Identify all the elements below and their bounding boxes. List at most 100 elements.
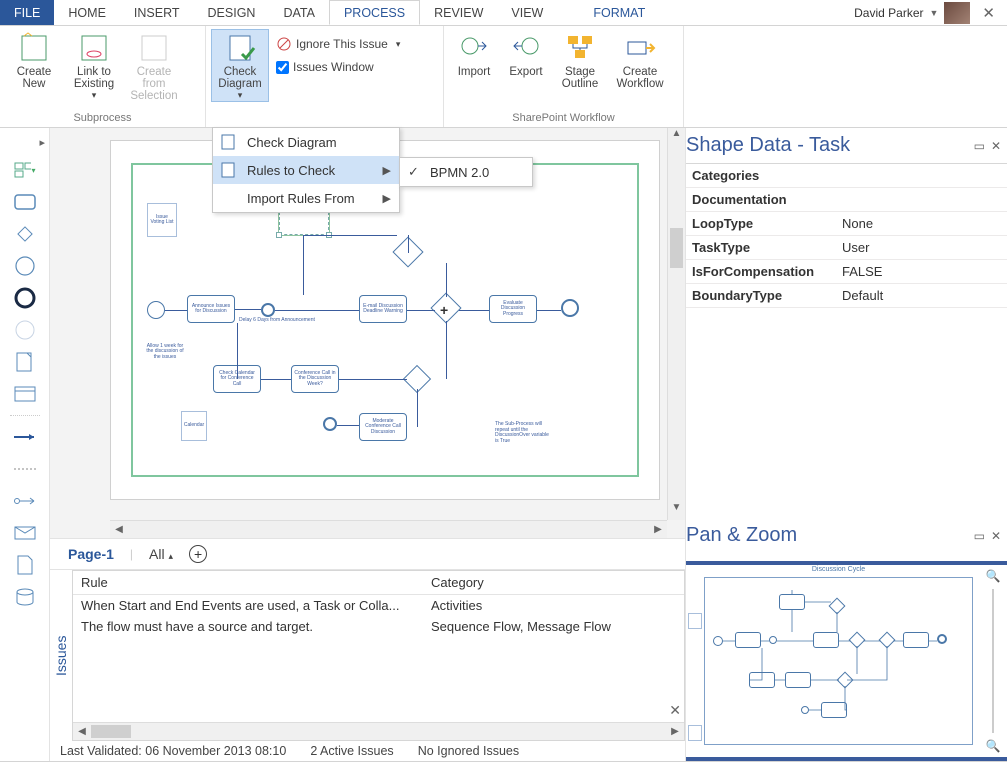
pan-zoom-slider[interactable]: 🔍 🔍	[983, 569, 1003, 753]
table-row[interactable]: IsForCompensationFALSE	[686, 260, 1007, 284]
issues-window-checkbox[interactable]: Issues Window	[272, 58, 404, 76]
end-event[interactable]	[561, 299, 579, 317]
shape-rectangle-icon[interactable]	[14, 191, 36, 213]
pz-page-icon	[688, 725, 702, 741]
intermediate-timer-2[interactable]	[323, 417, 337, 431]
menu-rules-to-check[interactable]: Rules to Check ▶	[213, 156, 399, 184]
status-bar	[0, 761, 1007, 779]
scroll-down-icon[interactable]: ▼	[668, 502, 685, 520]
issue-row[interactable]: When Start and End Events are used, a Ta…	[73, 595, 684, 616]
table-row[interactable]: Documentation	[686, 188, 1007, 212]
submenu-bpmn20[interactable]: BPMN 2.0	[400, 158, 532, 186]
tab-process[interactable]: PROCESS	[329, 0, 420, 25]
table-row[interactable]: LoopTypeNone	[686, 212, 1007, 236]
panel-close-icon[interactable]: ✕	[991, 139, 1001, 153]
check-diagram-button[interactable]: Check Diagram▾	[212, 30, 268, 101]
issues-hscroll[interactable]: ◀ ▶	[73, 722, 684, 740]
canvas-vscroll[interactable]: ▲ ▼	[667, 128, 685, 520]
issues-close-icon[interactable]: ✕	[669, 702, 681, 719]
issues-window-check[interactable]	[276, 61, 289, 74]
table-row[interactable]: TaskTypeUser	[686, 236, 1007, 260]
task-email[interactable]: E-mail Discussion Deadline Warning	[359, 295, 407, 323]
collapse-shapes-icon[interactable]: ▸	[39, 136, 45, 149]
export-icon	[510, 32, 542, 64]
tab-home[interactable]: HOME	[54, 0, 120, 25]
intermediate-timer-1[interactable]	[261, 303, 275, 317]
tab-design[interactable]: DESIGN	[194, 0, 270, 25]
user-dropdown-icon[interactable]: ▼	[930, 8, 939, 18]
user-area: David Parker ▼ ✕	[848, 0, 1007, 25]
issue-row[interactable]: The flow must have a source and target. …	[73, 616, 684, 637]
status-active-issues: 2 Active Issues	[310, 744, 393, 758]
vscroll-thumb[interactable]	[670, 228, 683, 268]
scroll-left-icon[interactable]: ◀	[110, 521, 128, 538]
stage-outline-button[interactable]: Stage Outline	[554, 30, 606, 90]
connector-dotted-icon[interactable]	[14, 458, 36, 480]
page-tab-1[interactable]: Page-1	[68, 546, 114, 562]
import-button[interactable]: Import	[450, 30, 498, 78]
pan-zoom-title: Pan & Zoom	[686, 524, 797, 547]
tab-file[interactable]: FILE	[0, 0, 54, 25]
canvas-hscroll[interactable]: ◀ ▶	[110, 520, 667, 538]
shape-envelope-icon[interactable]	[14, 522, 36, 544]
task-confcall[interactable]: Conference Call in the Discussion Week?	[291, 365, 339, 393]
issues-hscroll-thumb[interactable]	[91, 725, 131, 738]
shape-circle-thin-icon[interactable]	[14, 255, 36, 277]
tab-view[interactable]: VIEW	[497, 0, 557, 25]
tab-data[interactable]: DATA	[269, 0, 328, 25]
ignore-this-issue-button[interactable]: Ignore This Issue ▾	[272, 34, 404, 54]
table-row[interactable]: Categories	[686, 164, 1007, 188]
table-row[interactable]: BoundaryTypeDefault	[686, 284, 1007, 308]
shape-circle-bold-icon[interactable]	[14, 287, 36, 309]
tab-insert[interactable]: INSERT	[120, 0, 194, 25]
tab-review[interactable]: REVIEW	[420, 0, 497, 25]
shape-document-icon[interactable]	[14, 554, 36, 576]
connector-arrow-icon[interactable]	[14, 426, 36, 448]
avatar[interactable]	[944, 2, 970, 24]
export-button[interactable]: Export	[502, 30, 550, 78]
pz-page-icon	[688, 613, 702, 629]
shape-circle-light-icon[interactable]	[14, 319, 36, 341]
create-new-button[interactable]: Create New	[6, 30, 62, 90]
user-name[interactable]: David Parker	[854, 6, 923, 20]
task-delay-label: Delay 6 Days from Announcement	[239, 317, 315, 323]
create-workflow-button[interactable]: Create Workflow	[610, 30, 670, 90]
tab-format[interactable]: FORMAT	[579, 0, 659, 25]
pan-zoom-thumbnail[interactable]: Discussion Cycle	[704, 577, 973, 745]
issues-header-category[interactable]: Category	[423, 571, 684, 594]
diagram-note-voting[interactable]: Issue Voting List	[147, 203, 177, 237]
panel-restore-icon[interactable]: ▭	[974, 139, 985, 153]
pan-zoom-canvas[interactable]: Discussion Cycle	[686, 561, 1007, 761]
shape-subprocess-icon[interactable]	[14, 383, 36, 405]
scroll-up-icon[interactable]: ▲	[668, 128, 685, 146]
connector-open-arrow-icon[interactable]	[14, 490, 36, 512]
submenu-arrow-icon: ▶	[383, 192, 391, 205]
add-page-button[interactable]: +	[189, 545, 207, 563]
menu-import-rules-from[interactable]: Import Rules From ▶	[213, 184, 399, 212]
issues-panel-tab[interactable]: Issues	[50, 570, 72, 741]
link-existing-icon	[78, 32, 110, 64]
task-announce[interactable]: Announce Issues for Discussion	[187, 295, 235, 323]
zoom-out-icon[interactable]: 🔍	[986, 739, 1001, 753]
scroll-right-icon[interactable]: ▶	[649, 521, 667, 538]
scroll-right-icon[interactable]: ▶	[666, 723, 684, 740]
link-existing-button[interactable]: Link to Existing▾	[66, 30, 122, 101]
shape-data-icon[interactable]	[14, 351, 36, 373]
scroll-left-icon[interactable]: ◀	[73, 723, 91, 740]
start-event[interactable]	[147, 301, 165, 319]
shape-data-title: Shape Data - Task	[686, 134, 850, 157]
panel-restore-icon[interactable]: ▭	[974, 529, 985, 543]
status-last-validated: Last Validated: 06 November 2013 08:10	[60, 744, 286, 758]
zoom-in-icon[interactable]: 🔍	[986, 569, 1001, 583]
shape-stencil-icon[interactable]: ▾	[14, 159, 36, 181]
panel-close-icon[interactable]: ✕	[991, 529, 1001, 543]
diagram-note-calendar[interactable]: Calendar	[181, 411, 207, 441]
window-close-icon[interactable]: ✕	[976, 4, 1001, 22]
task-evaluate[interactable]: Evaluate Discussion Progress	[489, 295, 537, 323]
page-tab-all[interactable]: All ▴	[149, 546, 173, 562]
shape-diamond-icon[interactable]	[14, 223, 36, 245]
task-moderate[interactable]: Moderate Conference Call Discussion	[359, 413, 407, 441]
shape-datastore-icon[interactable]	[14, 586, 36, 608]
menu-check-diagram[interactable]: Check Diagram	[213, 128, 399, 156]
issues-header-rule[interactable]: Rule	[73, 571, 423, 594]
